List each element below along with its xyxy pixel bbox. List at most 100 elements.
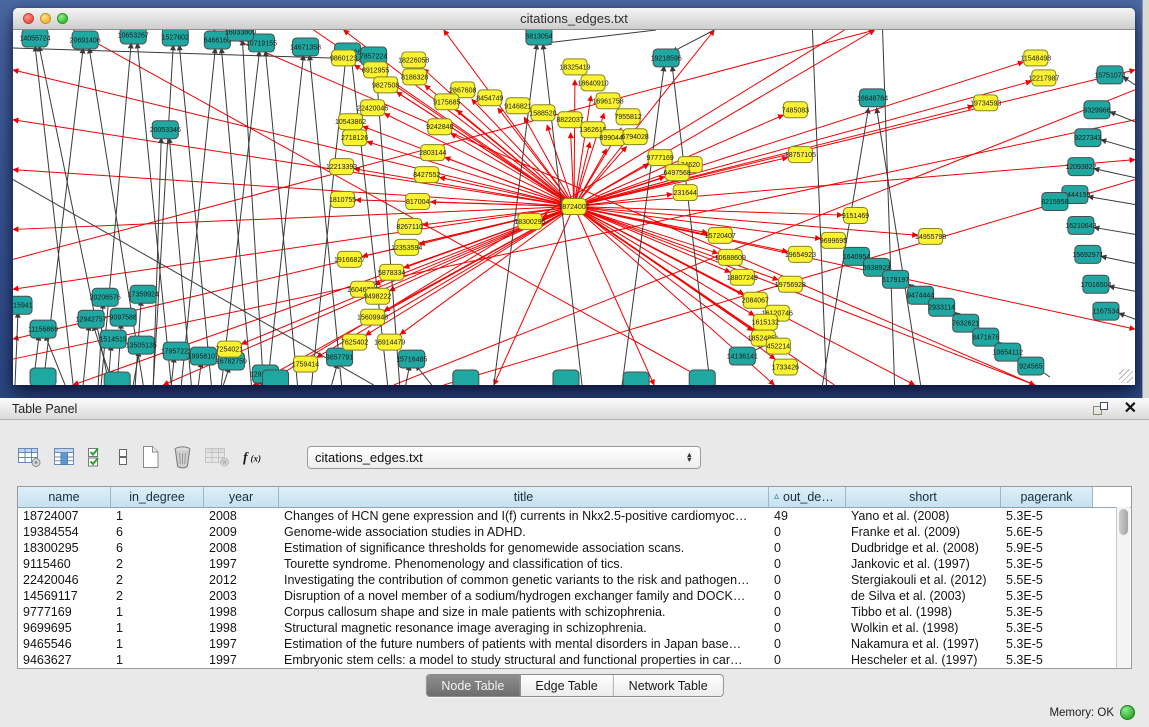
graph-node[interactable] (453, 370, 479, 385)
graph-node[interactable]: 15716485 (396, 350, 427, 368)
graph-node[interactable]: 8267110 (396, 218, 423, 234)
tab-network-table[interactable]: Network Table (614, 675, 723, 696)
create-column-icon[interactable] (140, 445, 161, 469)
graph-node[interactable]: 9827508 (372, 77, 399, 93)
graph-node[interactable] (104, 372, 130, 385)
table-row[interactable]: 1830029562008Estimation of significance … (18, 540, 1131, 556)
graph-node[interactable]: 7955812 (614, 109, 641, 125)
graph-node[interactable]: 8822037 (556, 112, 583, 128)
graph-node[interactable]: 14671358 (290, 38, 321, 56)
graph-node[interactable]: 2718126 (341, 130, 368, 146)
graph-node[interactable]: 2803144 (419, 145, 446, 161)
graph-node[interactable]: 8471676 (972, 328, 999, 346)
graph-node[interactable]: 8454749 (476, 90, 503, 106)
function-builder-icon[interactable]: f(x) (241, 447, 268, 467)
table-row[interactable]: 1938455462009Genome-wide association stu… (18, 524, 1131, 540)
row-height-icon[interactable] (117, 446, 129, 468)
graph-node[interactable]: 17016504 (1080, 275, 1111, 293)
table-row[interactable]: 1872400712008Changes of HCN gene express… (18, 508, 1131, 524)
graph-node[interactable]: 7625402 (341, 334, 368, 350)
graph-node[interactable]: 18640910 (577, 75, 608, 91)
graph-node[interactable]: 11156869 (28, 320, 58, 338)
graph-node[interactable]: 19756928 (775, 276, 806, 292)
graph-node[interactable]: 9860123 (330, 50, 357, 66)
graph-node[interactable]: 19654923 (785, 246, 816, 262)
graph-node[interactable]: 1167534 (1093, 302, 1120, 320)
zoom-window-button[interactable] (57, 13, 68, 24)
graph-node[interactable]: 13505135 (126, 336, 157, 354)
graph-node[interactable]: 6497568 (664, 165, 691, 181)
graph-node[interactable] (553, 370, 579, 385)
graph-node[interactable]: 2084067 (742, 292, 769, 308)
network-window[interactable]: citations_edges.txt 14055724206914061065… (13, 8, 1135, 385)
graph-node[interactable]: 15609948 (357, 309, 388, 325)
graph-node[interactable]: 20053346 (150, 121, 181, 139)
column-header-year[interactable]: year (204, 487, 279, 507)
table-row[interactable]: 1456911722003Disruption of a novel membe… (18, 588, 1131, 604)
table-options-icon[interactable] (17, 446, 42, 468)
graph-node[interactable]: 2933114 (928, 298, 955, 316)
graph-node[interactable]: 15692971 (1072, 245, 1103, 263)
graph-node[interactable]: 19166827 (334, 251, 365, 267)
minimize-window-button[interactable] (40, 13, 51, 24)
graph-node[interactable]: 9151469 (842, 208, 869, 224)
graph-node[interactable]: 12353594 (391, 239, 422, 255)
tab-edge-table[interactable]: Edge Table (520, 675, 613, 696)
window-resize-handle[interactable] (1119, 369, 1133, 383)
graph-node[interactable] (623, 372, 649, 385)
graph-node[interactable]: 9699695 (820, 232, 847, 248)
graph-node[interactable]: 10543862 (335, 114, 366, 130)
graph-node[interactable]: 18325419 (559, 59, 590, 75)
graph-node[interactable] (262, 370, 288, 385)
graph-node[interactable]: 20206576 (90, 288, 121, 306)
graph-node[interactable]: 19958107 (188, 347, 219, 365)
tab-node-table[interactable]: Node Table (426, 675, 520, 696)
graph-node[interactable]: 9227343 (1074, 129, 1101, 147)
graph-node[interactable]: 12942757 (76, 310, 107, 328)
graph-node[interactable]: 9857791 (326, 348, 353, 366)
graph-node[interactable]: 3915941 (13, 296, 33, 314)
graph-node[interactable]: 8215958 (1041, 193, 1068, 211)
graph-node[interactable]: 20691406 (70, 31, 101, 49)
graph-node[interactable]: 12093822 (1065, 158, 1096, 176)
network-graph[interactable]: 1405572420691406106532671527602646616010… (13, 30, 1135, 385)
network-canvas[interactable]: 1405572420691406106532671527602646616010… (13, 30, 1135, 385)
graph-node[interactable]: 18300295 (514, 213, 545, 229)
graph-node[interactable]: 8186328 (401, 69, 428, 85)
graph-node[interactable]: 6179197 (882, 270, 909, 288)
graph-node[interactable]: 8813054 (525, 30, 552, 45)
column-header-pagerank[interactable]: pagerank (1001, 487, 1093, 507)
graph-node[interactable]: 14055724 (19, 30, 50, 47)
table-row[interactable]: 969969511998Structural magnetic resonanc… (18, 620, 1131, 636)
graph-node[interactable]: 452214 (766, 338, 790, 354)
table-row[interactable]: 2242004622012Investigating the contribut… (18, 572, 1131, 588)
graph-node[interactable]: 1514519 (100, 330, 127, 348)
graph-node[interactable]: 231644 (673, 185, 697, 201)
select-rows-icon[interactable] (87, 446, 106, 468)
memory-indicator[interactable] (1120, 705, 1135, 720)
float-panel-icon[interactable] (1093, 402, 1108, 415)
graph-node[interactable]: 8912955 (362, 62, 389, 78)
graph-node[interactable]: 18226058 (398, 52, 429, 68)
table-row[interactable]: 911546021997Tourette syndrome. Phenomeno… (18, 556, 1131, 572)
graph-node[interactable]: 15720407 (705, 227, 736, 243)
graph-node[interactable]: 6794028 (621, 129, 648, 145)
graph-node[interactable]: 924565 (1018, 357, 1044, 375)
graph-node[interactable]: 14136141 (727, 347, 758, 365)
graph-node[interactable]: 1527602 (162, 30, 189, 46)
graph-node[interactable]: 9777169 (647, 150, 674, 166)
graph-node[interactable]: 14955798 (915, 228, 946, 244)
graph-node[interactable]: 9175685 (433, 94, 460, 110)
graph-node[interactable]: 5878334 (378, 264, 405, 280)
graph-node[interactable]: 16033809 (225, 30, 256, 41)
network-window-titlebar[interactable]: citations_edges.txt (13, 8, 1135, 30)
graph-node[interactable]: 16961758 (592, 93, 623, 109)
graph-node[interactable]: 16210643 (1065, 216, 1096, 234)
graph-node[interactable]: 8427552 (413, 167, 440, 183)
graph-node[interactable]: 18757105 (785, 147, 816, 163)
graph-node[interactable]: 19734593 (970, 95, 1001, 111)
graph-node[interactable]: 9329966 (1083, 101, 1110, 119)
column-header-in_degree[interactable]: in_degree (111, 487, 204, 507)
graph-node[interactable]: 10688609 (715, 249, 746, 265)
graph-node[interactable]: 11548498 (1021, 50, 1052, 66)
